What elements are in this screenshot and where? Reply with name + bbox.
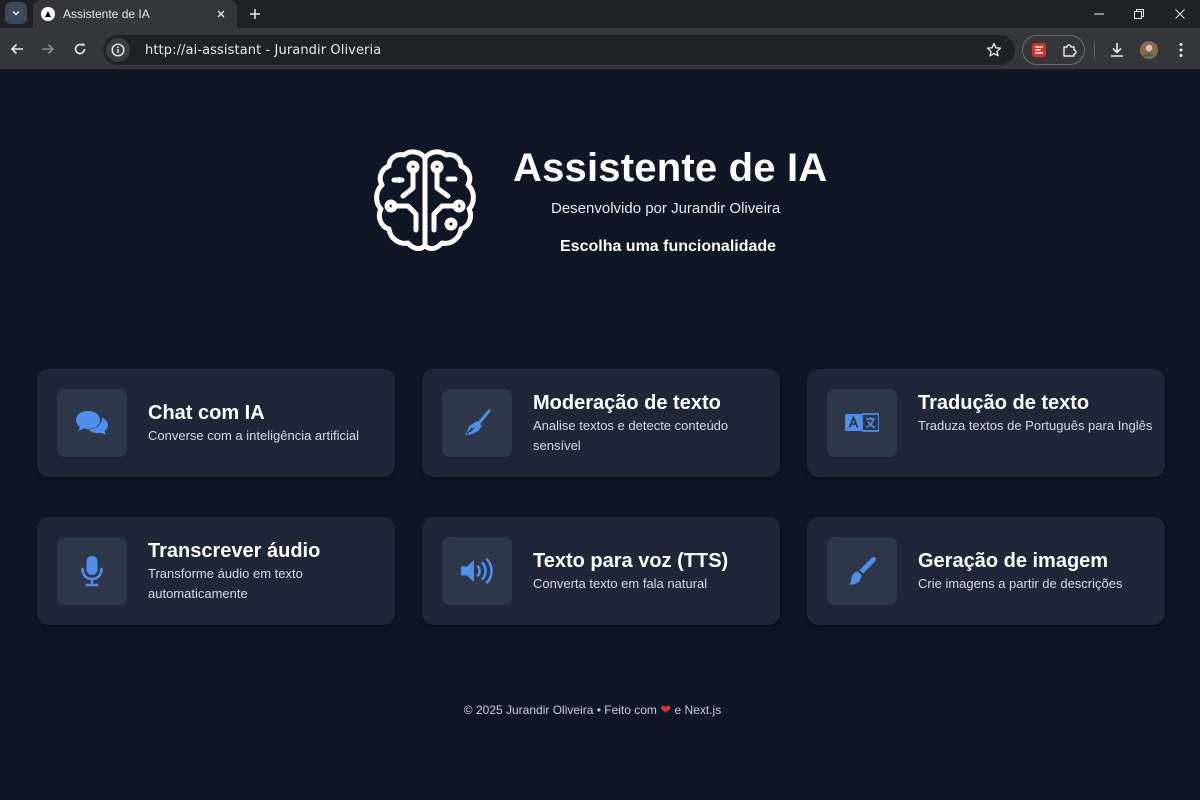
plus-icon bbox=[250, 9, 260, 19]
reload-icon bbox=[74, 43, 86, 55]
paintbrush-icon bbox=[827, 537, 897, 605]
brain-circuit-logo-icon bbox=[372, 148, 478, 256]
broom-icon bbox=[442, 389, 512, 457]
page-footer: © 2025 Jurandir Oliveira • Feito com ❤ e… bbox=[0, 702, 1185, 718]
bookmark-button[interactable] bbox=[982, 38, 1006, 62]
feature-card-chat[interactable]: Chat com IA Converse com a inteligência … bbox=[37, 369, 395, 477]
close-window-button[interactable] bbox=[1160, 0, 1200, 28]
back-button[interactable] bbox=[4, 36, 30, 62]
heart-icon: ❤ bbox=[660, 702, 672, 717]
star-icon bbox=[986, 42, 1002, 57]
language-icon bbox=[827, 389, 897, 457]
chevron-down-icon bbox=[12, 10, 20, 16]
close-tab-icon[interactable] bbox=[213, 6, 229, 22]
page-subtitle: Desenvolvido por Jurandir Oliveira bbox=[551, 200, 781, 217]
forward-button[interactable] bbox=[35, 36, 61, 62]
feature-card-transcribe[interactable]: Transcrever áudio Transforme áudio em te… bbox=[37, 517, 395, 625]
feature-title: Geração de imagem bbox=[918, 550, 1109, 572]
feature-title: Transcrever áudio bbox=[148, 540, 321, 562]
toolbar-separator bbox=[1094, 42, 1095, 58]
feature-description: Crie imagens a partir de descrições bbox=[918, 576, 1123, 591]
microphone-icon bbox=[57, 537, 127, 605]
browser-tab-active[interactable]: Assistente de IA bbox=[33, 0, 237, 28]
minimize-icon bbox=[1094, 13, 1104, 15]
profile-avatar-icon[interactable] bbox=[1139, 40, 1159, 60]
chat-bubbles-icon bbox=[57, 389, 127, 457]
arrow-right-icon bbox=[42, 43, 55, 55]
feature-card-tts[interactable]: Texto para voz (TTS) Converta texto em f… bbox=[422, 517, 780, 625]
browser-tab-bar: Assistente de IA bbox=[0, 0, 1200, 28]
feature-card-translation[interactable]: Tradução de texto Traduza textos de Port… bbox=[807, 369, 1165, 477]
feature-description: Traduza textos de Português para Inglês bbox=[918, 418, 1153, 433]
restore-button[interactable] bbox=[1119, 0, 1159, 28]
restore-icon bbox=[1134, 9, 1144, 19]
feature-title: Texto para voz (TTS) bbox=[533, 550, 729, 572]
new-tab-button[interactable] bbox=[245, 4, 265, 24]
extensions-puzzle-icon[interactable] bbox=[1059, 40, 1079, 60]
nextjs-favicon-icon bbox=[41, 7, 55, 21]
choose-feature-label: Escolha uma funcionalidade bbox=[560, 238, 777, 255]
footer-framework: e Next.js bbox=[674, 703, 722, 717]
tab-title: Assistente de IA bbox=[63, 7, 150, 21]
url-text[interactable]: http://ai-assistant - Jurandir Oliveria bbox=[145, 43, 381, 58]
feature-description: Analise textos e detecte conteúdo sensív… bbox=[533, 418, 729, 453]
downloads-icon[interactable] bbox=[1107, 40, 1127, 60]
speaker-icon bbox=[442, 537, 512, 605]
browser-menu-icon[interactable] bbox=[1171, 40, 1191, 60]
feature-description: Transforme áudio em texto automaticament… bbox=[148, 566, 303, 601]
feature-description: Converta texto em fala natural bbox=[533, 576, 708, 591]
feature-card-moderation[interactable]: Moderação de texto Analise textos e dete… bbox=[422, 369, 780, 477]
site-info-button[interactable] bbox=[106, 38, 130, 62]
footer-credit: © 2025 Jurandir Oliveira • Feito com bbox=[463, 703, 657, 717]
reload-button[interactable] bbox=[67, 36, 93, 62]
close-icon bbox=[1175, 9, 1185, 19]
feature-title: Chat com IA bbox=[148, 402, 265, 424]
page-title: Assistente de IA bbox=[513, 146, 828, 190]
arrow-left-icon bbox=[10, 43, 23, 55]
info-icon bbox=[111, 43, 125, 57]
extension-red-icon[interactable] bbox=[1029, 40, 1049, 60]
feature-title: Moderação de texto bbox=[533, 392, 721, 414]
feature-description: Converse com a inteligência artificial bbox=[148, 428, 359, 443]
feature-title: Tradução de texto bbox=[918, 392, 1090, 414]
feature-card-image-generation[interactable]: Geração de imagem Crie imagens a partir … bbox=[807, 517, 1165, 625]
minimize-button[interactable] bbox=[1079, 0, 1119, 28]
tab-search-button[interactable] bbox=[5, 2, 27, 24]
